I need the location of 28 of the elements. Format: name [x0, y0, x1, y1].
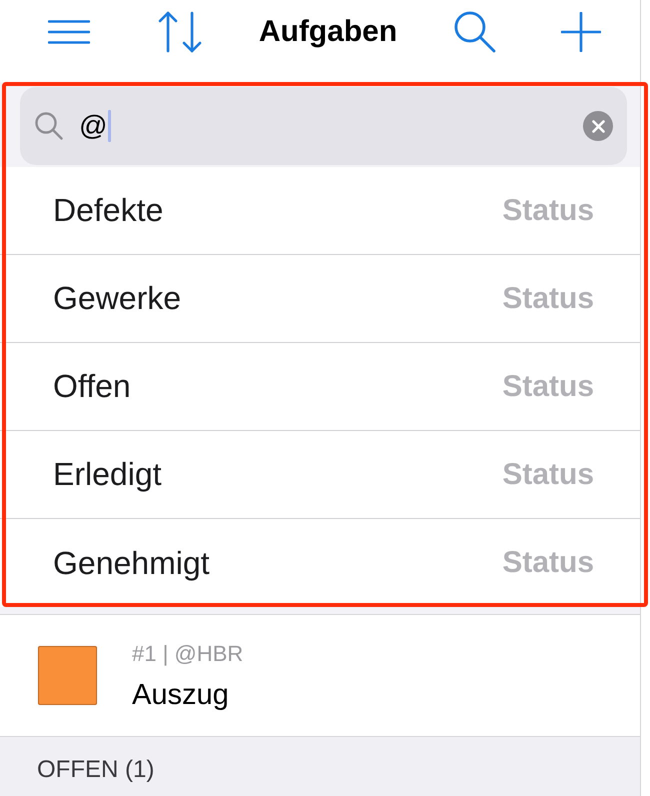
suggestion-label: Offen: [53, 368, 131, 405]
task-title: Auszug: [132, 678, 230, 712]
search-icon: [35, 112, 63, 140]
suggestion-category: Status: [502, 458, 594, 492]
task-meta: #1 | @HBR: [132, 640, 244, 668]
suggestion-category: Status: [502, 194, 594, 228]
suggestion-label: Defekte: [53, 192, 164, 229]
add-button[interactable]: [561, 12, 601, 52]
search-button[interactable]: [454, 11, 496, 53]
search-icon: [454, 11, 496, 53]
nav-title: Aufgaben: [258, 15, 398, 49]
section-header: OFFEN (1): [0, 737, 640, 796]
clear-button[interactable]: [583, 111, 613, 141]
text-cursor-icon: [108, 110, 112, 142]
suggestion-label: Erledigt: [53, 456, 162, 493]
menu-button[interactable]: [48, 20, 90, 44]
suggestion-label: Genehmigt: [53, 544, 210, 582]
sort-arrows-icon: [158, 11, 202, 53]
search-field[interactable]: @: [20, 87, 627, 165]
search-text: @: [79, 110, 108, 142]
plus-icon: [561, 12, 601, 52]
suggestion-category: Status: [502, 546, 594, 580]
suggestion-category: Status: [502, 370, 594, 404]
suggestion-label: Gewerke: [53, 280, 182, 317]
close-icon: [592, 120, 604, 132]
sort-button[interactable]: [158, 11, 202, 53]
suggestion-category: Status: [502, 282, 594, 316]
menu-icon: [48, 20, 90, 44]
